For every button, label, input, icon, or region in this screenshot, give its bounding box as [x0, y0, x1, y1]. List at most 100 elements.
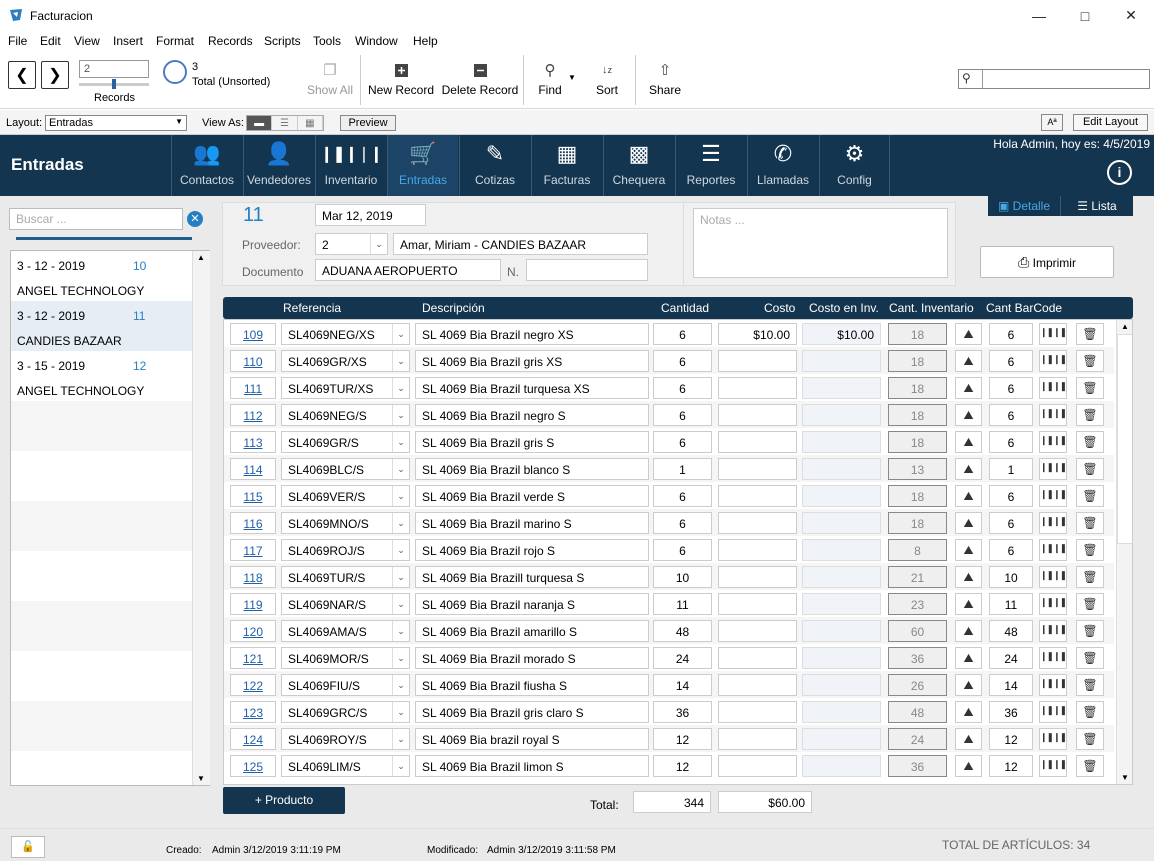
- barcode-icon[interactable]: ❙❚❙❚: [1039, 485, 1067, 507]
- cantidad-field[interactable]: 36: [653, 701, 712, 723]
- trash-icon[interactable]: 🗑: [1076, 728, 1104, 750]
- descripcion-field[interactable]: SL 4069 Bia Brazil verde S: [415, 485, 649, 507]
- costo-field[interactable]: [718, 485, 797, 507]
- costo-field[interactable]: [718, 377, 797, 399]
- view-table-button[interactable]: ▦: [298, 116, 323, 130]
- close-button[interactable]: ✕: [1108, 0, 1154, 31]
- record-number-input[interactable]: 2: [79, 60, 149, 78]
- trash-icon[interactable]: 🗑: [1076, 566, 1104, 588]
- cantidad-field[interactable]: 6: [653, 350, 712, 372]
- image-icon[interactable]: ⛰: [955, 323, 982, 345]
- barcode-icon[interactable]: ❙❚❙❚: [1039, 323, 1067, 345]
- cant-barcode-field[interactable]: 10: [989, 566, 1033, 588]
- costo-field[interactable]: [718, 674, 797, 696]
- item-id-link[interactable]: 111: [230, 377, 276, 399]
- cant-barcode-field[interactable]: 6: [989, 377, 1033, 399]
- descripcion-field[interactable]: SL 4069 Bia Brazil blanco S: [415, 458, 649, 480]
- barcode-icon[interactable]: ❙❚❙❚: [1039, 350, 1067, 372]
- delete-record-button[interactable]: Delete Record: [441, 57, 519, 107]
- referencia-select[interactable]: SL4069TUR/XS ⌄: [281, 377, 410, 399]
- descripcion-field[interactable]: SL 4069 Bia Brazil marino S: [415, 512, 649, 534]
- image-icon[interactable]: ⛰: [955, 620, 982, 642]
- add-product-button[interactable]: + Producto: [223, 787, 345, 814]
- sort-button[interactable]: ↓ z Sort: [590, 57, 624, 107]
- costo-field[interactable]: [718, 458, 797, 480]
- tab-facturas[interactable]: ▦ Facturas: [531, 135, 602, 196]
- barcode-icon[interactable]: ❙❚❙❚: [1039, 539, 1067, 561]
- trash-icon[interactable]: 🗑: [1076, 620, 1104, 642]
- trash-icon[interactable]: 🗑: [1076, 539, 1104, 561]
- list-item-selected[interactable]: 3 - 12 - 2019 11 CANDIES BAZAAR: [11, 301, 192, 351]
- descripcion-field[interactable]: SL 4069 Bia Brazil negro XS: [415, 323, 649, 345]
- quick-find-input[interactable]: ⚲: [958, 69, 1150, 89]
- costo-field[interactable]: [718, 593, 797, 615]
- cant-barcode-field[interactable]: 48: [989, 620, 1033, 642]
- costo-field[interactable]: [718, 431, 797, 453]
- view-detalle-button[interactable]: ▣ Detalle: [988, 196, 1061, 216]
- image-icon[interactable]: ⛰: [955, 755, 982, 777]
- item-id-link[interactable]: 122: [230, 674, 276, 696]
- image-icon[interactable]: ⛰: [955, 485, 982, 507]
- cant-barcode-field[interactable]: 6: [989, 485, 1033, 507]
- image-icon[interactable]: ⛰: [955, 593, 982, 615]
- referencia-select[interactable]: SL4069ROJ/S ⌄: [281, 539, 410, 561]
- item-id-link[interactable]: 119: [230, 593, 276, 615]
- image-icon[interactable]: ⛰: [955, 350, 982, 372]
- barcode-icon[interactable]: ❙❚❙❚: [1039, 566, 1067, 588]
- cant-barcode-field[interactable]: 6: [989, 350, 1033, 372]
- referencia-select[interactable]: SL4069NAR/S ⌄: [281, 593, 410, 615]
- barcode-icon[interactable]: ❙❚❙❚: [1039, 728, 1067, 750]
- next-record-button[interactable]: ❯: [41, 61, 69, 89]
- cantidad-field[interactable]: 6: [653, 404, 712, 426]
- notes-field[interactable]: Notas ...: [693, 208, 948, 278]
- image-icon[interactable]: ⛰: [955, 431, 982, 453]
- cantidad-field[interactable]: 14: [653, 674, 712, 696]
- cantidad-field[interactable]: 6: [653, 539, 712, 561]
- cantidad-field[interactable]: 24: [653, 647, 712, 669]
- new-record-button[interactable]: New Record: [366, 57, 436, 107]
- item-id-link[interactable]: 124: [230, 728, 276, 750]
- tab-llamadas[interactable]: ✆ Llamadas: [747, 135, 818, 196]
- menu-view[interactable]: View: [74, 34, 100, 48]
- image-icon[interactable]: ⛰: [955, 512, 982, 534]
- costo-field[interactable]: [718, 404, 797, 426]
- trash-icon[interactable]: 🗑: [1076, 431, 1104, 453]
- descripcion-field[interactable]: SL 4069 Bia Brazil fiusha S: [415, 674, 649, 696]
- cantidad-field[interactable]: 12: [653, 728, 712, 750]
- item-id-link[interactable]: 125: [230, 755, 276, 777]
- image-icon[interactable]: ⛰: [955, 566, 982, 588]
- descripcion-field[interactable]: SL 4069 Bia Brazil negro S: [415, 404, 649, 426]
- trash-icon[interactable]: 🗑: [1076, 674, 1104, 696]
- trash-icon[interactable]: 🗑: [1076, 512, 1104, 534]
- minimize-button[interactable]: —: [1016, 0, 1062, 31]
- barcode-icon[interactable]: ❙❚❙❚: [1039, 647, 1067, 669]
- referencia-select[interactable]: SL4069GRC/S ⌄: [281, 701, 410, 723]
- costo-field[interactable]: [718, 647, 797, 669]
- proveedor-id-select[interactable]: 2 ⌄: [315, 233, 388, 255]
- trash-icon[interactable]: 🗑: [1076, 485, 1104, 507]
- tab-cotizas[interactable]: ✎ Cotizas: [459, 135, 530, 196]
- trash-icon[interactable]: 🗑: [1076, 458, 1104, 480]
- scroll-up-icon[interactable]: ▲: [1121, 322, 1129, 331]
- cant-barcode-field[interactable]: 6: [989, 431, 1033, 453]
- costo-field[interactable]: [718, 620, 797, 642]
- barcode-icon[interactable]: ❙❚❙❚: [1039, 512, 1067, 534]
- trash-icon[interactable]: 🗑: [1076, 323, 1104, 345]
- cant-barcode-field[interactable]: 12: [989, 728, 1033, 750]
- referencia-select[interactable]: SL4069BLC/S ⌄: [281, 458, 410, 480]
- layout-select[interactable]: Entradas ▼: [45, 115, 187, 131]
- descripcion-field[interactable]: SL 4069 Bia Brazil rojo S: [415, 539, 649, 561]
- scroll-up-icon[interactable]: ▲: [197, 253, 205, 262]
- lock-icon[interactable]: 🔓: [11, 836, 45, 858]
- image-icon[interactable]: ⛰: [955, 647, 982, 669]
- costo-field[interactable]: $10.00: [718, 323, 797, 345]
- cant-barcode-field[interactable]: 24: [989, 647, 1033, 669]
- referencia-select[interactable]: SL4069LIM/S ⌄: [281, 755, 410, 777]
- table-scrollbar[interactable]: ▲ ▼: [1116, 320, 1132, 784]
- tab-vendedores[interactable]: 👤 Vendedores: [243, 135, 314, 196]
- cantidad-field[interactable]: 6: [653, 485, 712, 507]
- cant-barcode-field[interactable]: 6: [989, 539, 1033, 561]
- descripcion-field[interactable]: SL 4069 Bia Brazil limon S: [415, 755, 649, 777]
- cantidad-field[interactable]: 11: [653, 593, 712, 615]
- descripcion-field[interactable]: SL 4069 Bia Brazil amarillo S: [415, 620, 649, 642]
